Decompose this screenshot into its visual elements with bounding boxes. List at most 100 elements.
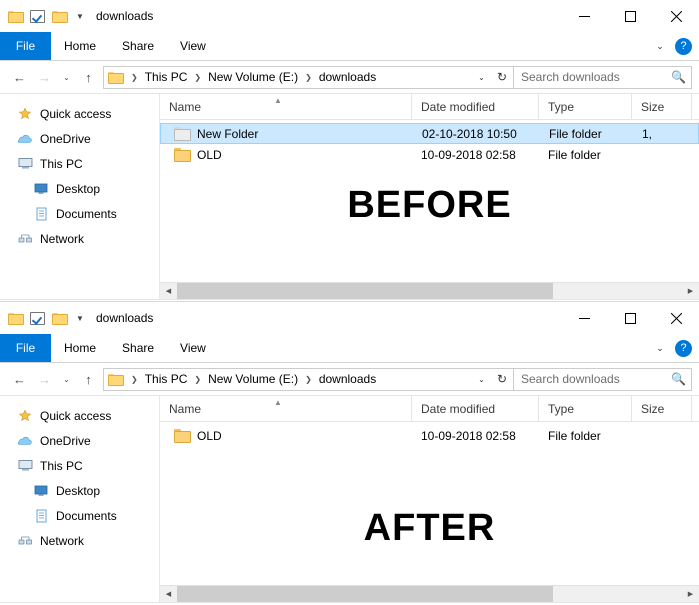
chevron-up-icon[interactable]: ⌄: [649, 337, 671, 359]
file-list-before: New Folder 02-10-2018 10:50 File folder …: [160, 120, 699, 282]
breadcrumb-separator: ❯: [305, 374, 312, 384]
recent-locations-icon[interactable]: ⌄: [57, 366, 76, 392]
tab-share[interactable]: Share: [109, 32, 167, 60]
tab-home[interactable]: Home: [51, 32, 109, 60]
path-breadcrumb-bar[interactable]: ❯ This PC ❯ New Volume (E:) ❯ downloads …: [103, 65, 514, 89]
explorer-body-after: Quick access OneDrive This PC Desktop Do…: [0, 395, 699, 603]
folder-icon: [174, 148, 191, 162]
folder-icon[interactable]: [7, 310, 24, 327]
column-header-type[interactable]: Type: [539, 395, 632, 422]
tab-home[interactable]: Home: [51, 334, 109, 362]
window-title: downloads: [96, 311, 154, 325]
search-placeholder: Search downloads: [521, 372, 620, 386]
folder-icon[interactable]: [51, 8, 68, 25]
close-button[interactable]: [653, 0, 699, 32]
chevron-down-icon[interactable]: ⌄: [472, 67, 491, 88]
documents-icon: [33, 206, 49, 222]
navigation-pane-before: Quick access OneDrive This PC Desktop Do…: [0, 94, 160, 299]
back-button[interactable]: ←: [7, 64, 32, 90]
cloud-icon: [17, 131, 33, 147]
breadcrumb-downloads[interactable]: downloads: [317, 70, 378, 84]
tab-file[interactable]: File: [0, 334, 51, 362]
scrollbar-thumb[interactable]: [177, 585, 553, 603]
scrollbar-track[interactable]: [177, 282, 682, 300]
up-button[interactable]: ↑: [76, 366, 101, 392]
sidebar-item-desktop[interactable]: Desktop: [0, 478, 159, 503]
table-row[interactable]: New Folder 02-10-2018 10:50 File folder …: [160, 123, 699, 144]
breadcrumb-new-volume[interactable]: New Volume (E:): [206, 70, 300, 84]
sidebar-item-documents[interactable]: Documents: [0, 201, 159, 226]
minimize-button[interactable]: [561, 302, 607, 334]
folder-icon[interactable]: [51, 310, 68, 327]
chevron-up-icon[interactable]: ⌄: [649, 35, 671, 57]
search-input[interactable]: Search downloads 🔍: [514, 367, 692, 391]
table-row[interactable]: OLD 10-09-2018 02:58 File folder: [160, 144, 699, 165]
column-header-type[interactable]: Type: [539, 93, 632, 120]
dropdown-caret-icon[interactable]: ▼: [73, 310, 87, 327]
close-button[interactable]: [653, 302, 699, 334]
breadcrumb-new-volume[interactable]: New Volume (E:): [206, 372, 300, 386]
chevron-down-icon[interactable]: ⌄: [472, 369, 491, 390]
file-type-cell: File folder: [548, 428, 601, 443]
sidebar-item-desktop[interactable]: Desktop: [0, 176, 159, 201]
column-header-size[interactable]: Size: [632, 93, 692, 120]
column-header-date-modified[interactable]: Date modified: [412, 395, 539, 422]
column-header-size[interactable]: Size: [632, 395, 692, 422]
scrollbar-thumb[interactable]: [177, 282, 553, 300]
scrollbar-track[interactable]: [177, 585, 682, 603]
up-button[interactable]: ↑: [76, 64, 101, 90]
folder-icon: [104, 369, 126, 390]
column-header-name[interactable]: Name ▲: [160, 395, 412, 422]
recent-locations-icon[interactable]: ⌄: [57, 64, 76, 90]
scroll-left-icon[interactable]: ◀: [160, 283, 177, 300]
column-headers-before: Name ▲ Date modified Type Size: [160, 93, 699, 120]
horizontal-scrollbar-before[interactable]: ◀ ▶: [160, 282, 699, 300]
breadcrumb-downloads[interactable]: downloads: [317, 372, 378, 386]
tab-view[interactable]: View: [167, 334, 219, 362]
checkbox-checked-icon[interactable]: [29, 8, 46, 25]
forward-button[interactable]: →: [32, 64, 57, 90]
sidebar-item-onedrive[interactable]: OneDrive: [0, 428, 159, 453]
refresh-icon[interactable]: ↻: [491, 67, 513, 88]
sidebar-item-this-pc[interactable]: This PC: [0, 453, 159, 478]
help-icon[interactable]: ?: [675, 37, 692, 55]
sidebar-item-this-pc[interactable]: This PC: [0, 151, 159, 176]
sidebar-item-documents[interactable]: Documents: [0, 503, 159, 528]
table-row[interactable]: OLD 10-09-2018 02:58 File folder: [160, 425, 699, 446]
maximize-button[interactable]: [607, 0, 653, 32]
minimize-button[interactable]: [561, 0, 607, 32]
breadcrumb-separator: ❯: [194, 374, 202, 384]
sidebar-item-quick-access[interactable]: Quick access: [0, 403, 159, 428]
search-input[interactable]: Search downloads 🔍: [514, 65, 692, 89]
tab-share[interactable]: Share: [109, 334, 167, 362]
breadcrumb-this-pc[interactable]: This PC: [143, 372, 190, 386]
breadcrumb-this-pc[interactable]: This PC: [143, 70, 190, 84]
checkbox-checked-icon[interactable]: [29, 310, 46, 327]
folder-icon[interactable]: [7, 8, 24, 25]
forward-button[interactable]: →: [32, 366, 57, 392]
tab-file[interactable]: File: [0, 32, 51, 60]
path-breadcrumb-bar[interactable]: ❯ This PC ❯ New Volume (E:) ❯ downloads …: [103, 367, 514, 391]
explorer-window-before: ▼ downloads File Home Share View ⌄ ? ← →…: [0, 0, 699, 302]
cloud-icon: [17, 433, 33, 449]
quick-access-toolbar-after: ▼: [0, 310, 87, 327]
desktop-icon: [33, 483, 49, 499]
sidebar-item-network[interactable]: Network: [0, 528, 159, 553]
sidebar-item-network[interactable]: Network: [0, 226, 159, 251]
sidebar-item-onedrive[interactable]: OneDrive: [0, 126, 159, 151]
tab-view[interactable]: View: [167, 32, 219, 60]
scroll-right-icon[interactable]: ▶: [682, 283, 699, 300]
scroll-right-icon[interactable]: ▶: [682, 586, 699, 603]
horizontal-scrollbar-after[interactable]: ◀ ▶: [160, 585, 699, 603]
refresh-icon[interactable]: ↻: [491, 369, 513, 390]
maximize-button[interactable]: [607, 302, 653, 334]
help-icon[interactable]: ?: [675, 339, 692, 357]
scroll-left-icon[interactable]: ◀: [160, 586, 177, 603]
column-header-date-modified[interactable]: Date modified: [412, 93, 539, 120]
sidebar-item-quick-access[interactable]: Quick access: [0, 101, 159, 126]
column-header-name[interactable]: Name ▲: [160, 93, 412, 120]
search-icon[interactable]: 🔍: [671, 70, 686, 84]
search-icon[interactable]: 🔍: [671, 372, 686, 386]
dropdown-caret-icon[interactable]: ▼: [73, 8, 87, 25]
back-button[interactable]: ←: [7, 366, 32, 392]
